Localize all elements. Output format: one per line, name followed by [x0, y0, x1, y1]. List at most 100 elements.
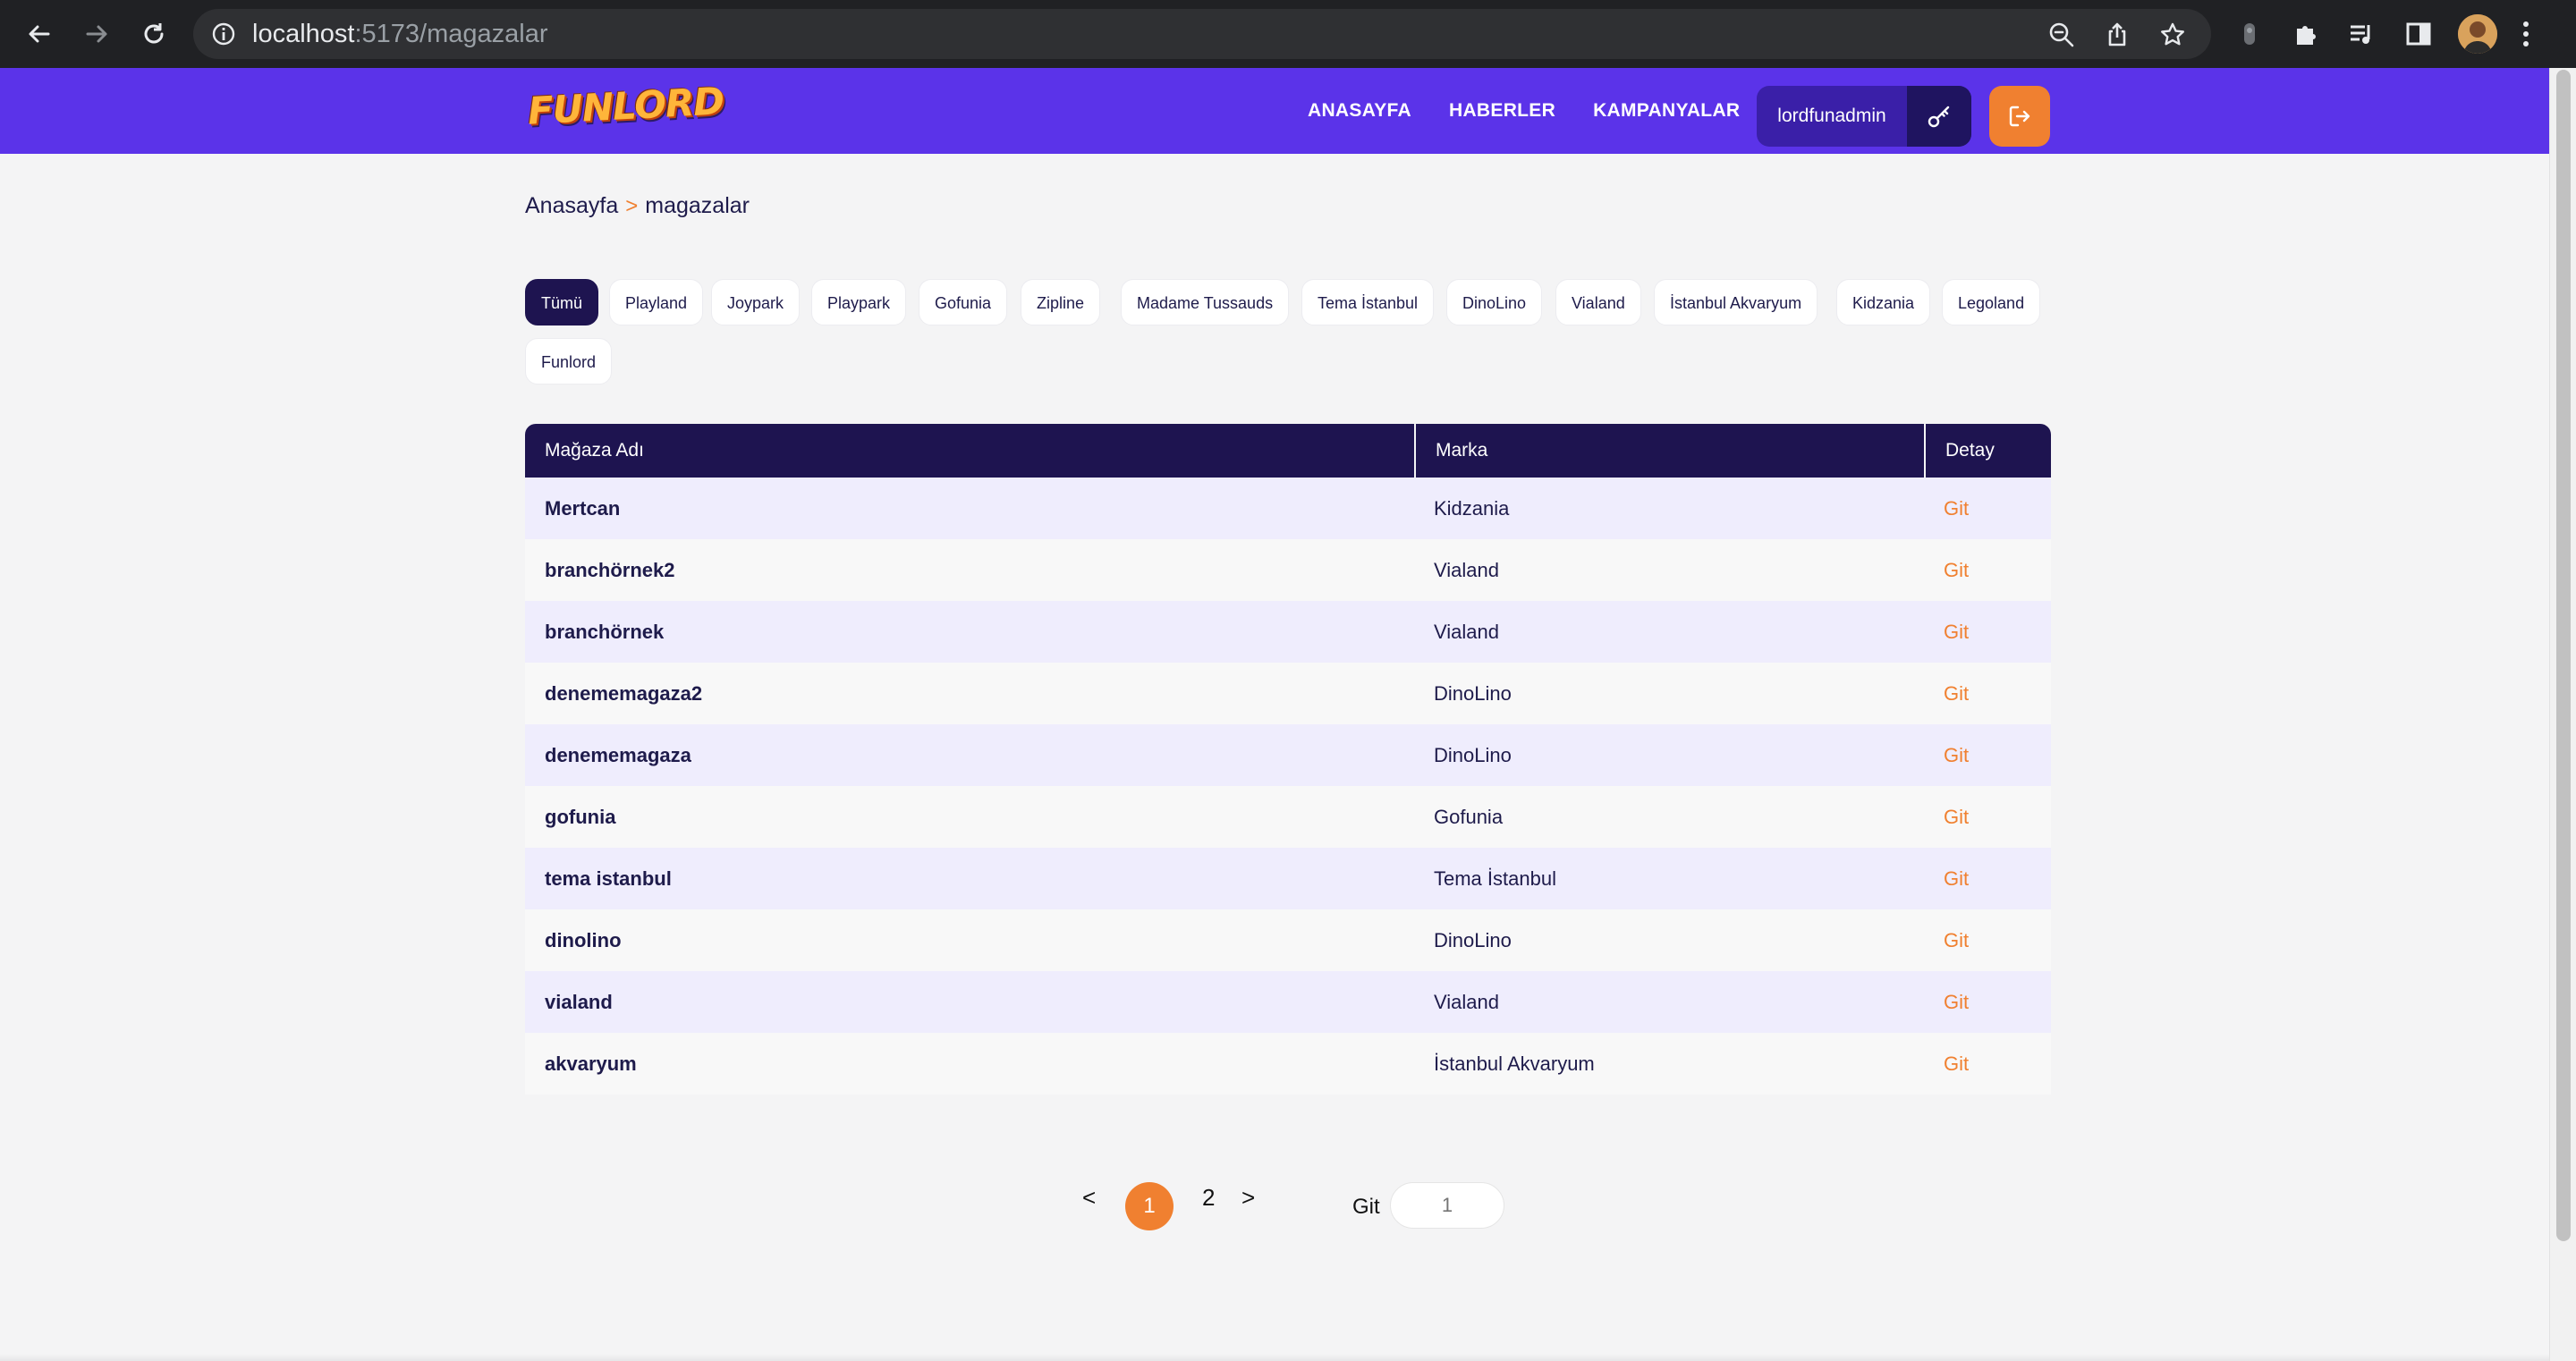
user-menu: lordfunadmin	[1757, 86, 1971, 147]
nav-kampanyalar[interactable]: KAMPANYALAR	[1593, 100, 1740, 122]
page-content: FUNLORD ANASAYFA HABERLER KAMPANYALAR lo…	[0, 68, 2549, 1361]
detail-link[interactable]: Git	[1924, 724, 2051, 786]
table-row: denememagaza2 DinoLino Git	[525, 663, 2051, 724]
filter-chip-joypark[interactable]: Joypark	[711, 279, 801, 325]
share-icon[interactable]	[2104, 21, 2131, 53]
filter-chip-funlord[interactable]: Funlord	[525, 338, 613, 385]
address-bar[interactable]: localhost:5173/magazalar	[193, 9, 2211, 59]
breadcrumb: Anasayfa > magazalar	[525, 193, 750, 219]
logout-button[interactable]	[1989, 86, 2050, 147]
brand-cell: İstanbul Akvaryum	[1434, 1052, 1595, 1075]
extensions-puzzle-icon[interactable]	[2292, 20, 2320, 53]
column-header-brand[interactable]: Marka	[1414, 424, 1924, 478]
brand-cell: DinoLino	[1434, 929, 1512, 951]
pagination-page-1[interactable]: 1	[1125, 1182, 1174, 1230]
pagination-next[interactable]: >	[1241, 1184, 1255, 1212]
nav-anasayfa[interactable]: ANASAYFA	[1308, 100, 1411, 122]
detail-link[interactable]: Git	[1924, 663, 2051, 724]
filter-chip-playpark[interactable]: Playpark	[811, 279, 907, 325]
filter-chip-legoland[interactable]: Legoland	[1942, 279, 2041, 325]
detail-link[interactable]: Git	[1924, 539, 2051, 601]
filter-chip-vialand[interactable]: Vialand	[1555, 279, 1641, 325]
filter-chip-tema-istanbul[interactable]: Tema İstanbul	[1301, 279, 1435, 325]
username-label[interactable]: lordfunadmin	[1757, 86, 1907, 147]
store-name-cell: dinolino	[545, 929, 622, 951]
filter-chip-playland[interactable]: Playland	[609, 279, 704, 325]
back-icon[interactable]	[18, 13, 61, 55]
brand-cell: DinoLino	[1434, 682, 1512, 705]
column-header-store-name[interactable]: Mağaza Adı	[525, 424, 1414, 478]
brand-cell: Vialand	[1434, 991, 1499, 1013]
brand-cell: DinoLino	[1434, 744, 1512, 766]
nav-haberler[interactable]: HABERLER	[1449, 100, 1555, 122]
store-name-cell: vialand	[545, 991, 613, 1013]
pagination-page-2[interactable]: 2	[1202, 1184, 1215, 1212]
store-name-cell: tema istanbul	[545, 867, 672, 890]
table-row: dinolino DinoLino Git	[525, 909, 2051, 971]
brand-cell: Vialand	[1434, 621, 1499, 643]
table-row: denememagaza DinoLino Git	[525, 724, 2051, 786]
breadcrumb-current: magazalar	[645, 193, 750, 218]
table-body: Mertcan Kidzania Git branchörnek2 Vialand Git…	[525, 478, 2051, 1095]
main-nav: ANASAYFA HABERLER KAMPANYALAR	[1308, 68, 1740, 154]
filter-chip-zipline[interactable]: Zipline	[1021, 279, 1101, 325]
store-name-cell: denememagaza	[545, 744, 691, 766]
funlord-logo[interactable]: FUNLORD	[527, 79, 724, 134]
scrollbar-thumb[interactable]	[2556, 70, 2571, 1241]
table-row: branchörnek Vialand Git	[525, 601, 2051, 663]
filter-chip-kidzania[interactable]: Kidzania	[1836, 279, 1931, 325]
filter-chip-istanbul-akvaryum[interactable]: İstanbul Akvaryum	[1654, 279, 1818, 325]
store-name-cell: denememagaza2	[545, 682, 703, 705]
store-name-cell: Mertcan	[545, 497, 621, 520]
table-row: branchörnek2 Vialand Git	[525, 539, 2051, 601]
detail-link[interactable]: Git	[1924, 478, 2051, 539]
forward-icon[interactable]	[75, 13, 118, 55]
table-row: gofunia Gofunia Git	[525, 786, 2051, 848]
detail-link[interactable]: Git	[1924, 909, 2051, 971]
table-row: vialand Vialand Git	[525, 971, 2051, 1033]
brand-cell: Gofunia	[1434, 806, 1504, 828]
brand-cell: Kidzania	[1434, 497, 1510, 520]
goto-page-label: Git	[1352, 1195, 1380, 1219]
filter-chip-gofunia[interactable]: Gofunia	[919, 279, 1008, 325]
store-name-cell: branchörnek2	[545, 559, 675, 581]
filter-chip-tumu[interactable]: Tümü	[525, 279, 599, 325]
pagination-prev[interactable]: <	[1082, 1184, 1096, 1212]
store-name-cell: branchörnek	[545, 621, 665, 643]
detail-link[interactable]: Git	[1924, 971, 2051, 1033]
browser-toolbar: localhost:5173/magazalar	[0, 0, 2576, 68]
store-name-cell: akvaryum	[545, 1052, 637, 1075]
store-name-cell: gofunia	[545, 806, 616, 828]
detail-link[interactable]: Git	[1924, 786, 2051, 848]
brand-cell: Tema İstanbul	[1434, 867, 1556, 890]
page-bottom-shadow	[0, 1354, 2549, 1361]
breadcrumb-home[interactable]: Anasayfa	[525, 193, 618, 219]
table-header: Mağaza Adı Marka Detay	[525, 424, 2051, 478]
change-password-button[interactable]	[1907, 86, 1971, 147]
site-header: FUNLORD ANASAYFA HABERLER KAMPANYALAR lo…	[0, 68, 2549, 154]
detail-link[interactable]: Git	[1924, 601, 2051, 663]
profile-avatar[interactable]	[2458, 14, 2497, 54]
table-row: Mertcan Kidzania Git	[525, 478, 2051, 539]
detail-link[interactable]: Git	[1924, 1033, 2051, 1095]
filter-chip-dinolino[interactable]: DinoLino	[1446, 279, 1543, 325]
stores-table: Mağaza Adı Marka Detay Mertcan Kidzania Gi…	[525, 424, 2051, 1095]
bookmark-star-icon[interactable]	[2159, 21, 2186, 53]
brand-cell: Vialand	[1434, 559, 1499, 581]
filter-chip-madame-tussauds[interactable]: Madame Tussauds	[1121, 279, 1290, 325]
goto-page-input[interactable]	[1390, 1182, 1504, 1229]
column-header-detail[interactable]: Detay	[1924, 424, 2051, 478]
extension-icon[interactable]	[2236, 20, 2263, 53]
url-text: localhost:5173/magazalar	[252, 20, 548, 48]
reload-icon[interactable]	[132, 13, 175, 55]
zoom-icon[interactable]	[2048, 21, 2075, 53]
side-panel-icon[interactable]	[2404, 20, 2433, 53]
detail-link[interactable]: Git	[1924, 848, 2051, 909]
chevron-right-icon: >	[625, 193, 639, 218]
table-row: tema istanbul Tema İstanbul Git	[525, 848, 2051, 909]
media-control-icon[interactable]	[2347, 20, 2376, 53]
site-info-icon[interactable]	[211, 21, 236, 51]
table-row: akvaryum İstanbul Akvaryum Git	[525, 1033, 2051, 1095]
browser-menu-icon[interactable]	[2521, 18, 2531, 55]
page-scrollbar[interactable]	[2549, 68, 2576, 1361]
